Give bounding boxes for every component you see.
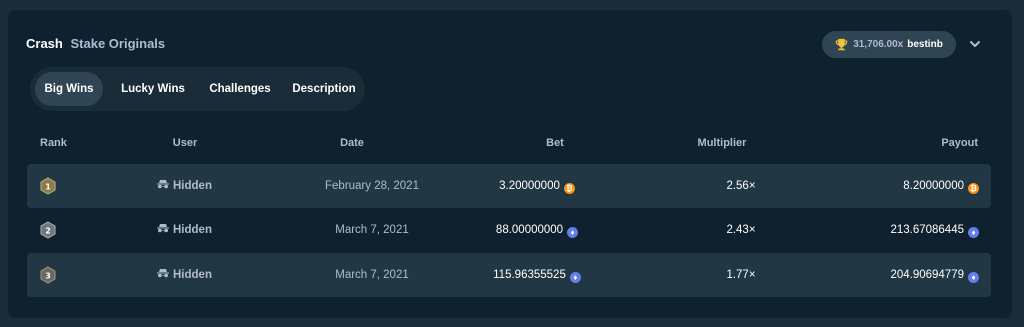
payout-amount: 204.90694779: [890, 269, 964, 281]
top-multiplier-value: 31,706.00x: [853, 39, 904, 50]
multiplier-cell: 2.43×: [726, 224, 756, 236]
bet-amount: 3.20000000: [499, 180, 560, 192]
incognito-icon: [157, 180, 169, 189]
tab-bar: Big Wins Lucky Wins Challenges Descripti…: [30, 67, 365, 111]
column-header-rank: Rank: [40, 137, 67, 149]
multiplier-cell: 1.77×: [726, 269, 756, 281]
column-header-user: User: [172, 137, 198, 149]
user-cell: Hidden: [157, 253, 237, 297]
crash-stats-panel: Crash Stake Originals 31,706.00x bestinb…: [8, 10, 1012, 318]
bet-cell: 3.20000000 ₿: [467, 164, 607, 208]
game-title[interactable]: Crash: [26, 36, 63, 51]
user-name: Hidden: [173, 180, 212, 192]
ethereum-icon: ♦: [968, 272, 979, 283]
top-multiplier-user: bestinb: [907, 39, 943, 50]
rank-3-medal-icon: 3: [40, 266, 56, 284]
user-name: Hidden: [173, 269, 212, 281]
table-row[interactable]: 1 Hidden February 28, 2021 3.20000000 ₿ 2…: [27, 164, 991, 208]
tab-description[interactable]: Description: [285, 72, 363, 106]
column-header-payout: Payout: [941, 137, 978, 149]
table-row[interactable]: 3 Hidden March 7, 2021 115.96355525 ♦ 1.7…: [27, 253, 991, 297]
bet-amount: 88.00000000: [495, 224, 564, 236]
bet-amount: 115.96355525: [493, 269, 566, 281]
column-header-bet: Bet: [546, 137, 564, 149]
payout-cell: 8.20000000 ₿: [847, 164, 979, 208]
payout-amount: 213.67086445: [890, 224, 964, 236]
bet-cell: 88.00000000 ♦: [467, 208, 607, 252]
game-provider[interactable]: Stake Originals: [70, 36, 165, 51]
user-name: Hidden: [173, 224, 212, 236]
rank-number: 2: [45, 227, 51, 236]
multiplier-cell: 2.56×: [726, 180, 756, 192]
tab-lucky-wins[interactable]: Lucky Wins: [107, 72, 199, 106]
rank-1-medal-icon: 1: [40, 177, 56, 195]
ethereum-icon: ♦: [569, 272, 581, 283]
bet-cell: 115.96355525 ♦: [467, 253, 607, 297]
incognito-icon: [157, 224, 169, 233]
rank-number: 1: [45, 183, 51, 192]
bitcoin-icon: ₿: [968, 183, 979, 194]
payout-amount: 8.20000000: [903, 180, 964, 192]
rank-2-medal-icon: 2: [40, 221, 56, 239]
user-cell: Hidden: [157, 164, 237, 208]
rank-number: 3: [45, 272, 51, 281]
trophy-icon: [835, 38, 848, 51]
tab-challenges[interactable]: Challenges: [195, 72, 285, 106]
date-cell: March 7, 2021: [335, 269, 409, 281]
ethereum-icon: ♦: [968, 227, 979, 238]
date-cell: March 7, 2021: [335, 224, 409, 236]
tab-big-wins[interactable]: Big Wins: [35, 72, 103, 106]
table-row[interactable]: 2 Hidden March 7, 2021 88.00000000 ♦ 2.43…: [27, 208, 991, 252]
column-header-multiplier: Multiplier: [697, 137, 747, 149]
incognito-icon: [157, 269, 169, 278]
payout-cell: 204.90694779 ♦: [847, 253, 979, 297]
ethereum-icon: ♦: [567, 227, 579, 238]
panel-header: Crash Stake Originals: [26, 36, 165, 51]
column-header-date: Date: [340, 137, 364, 149]
top-multiplier-badge[interactable]: 31,706.00x bestinb: [822, 31, 956, 58]
date-cell: February 28, 2021: [325, 180, 419, 192]
payout-cell: 213.67086445 ♦: [847, 208, 979, 252]
user-cell: Hidden: [157, 208, 237, 252]
chevron-down-icon[interactable]: [968, 37, 982, 51]
bitcoin-icon: ₿: [563, 183, 575, 194]
